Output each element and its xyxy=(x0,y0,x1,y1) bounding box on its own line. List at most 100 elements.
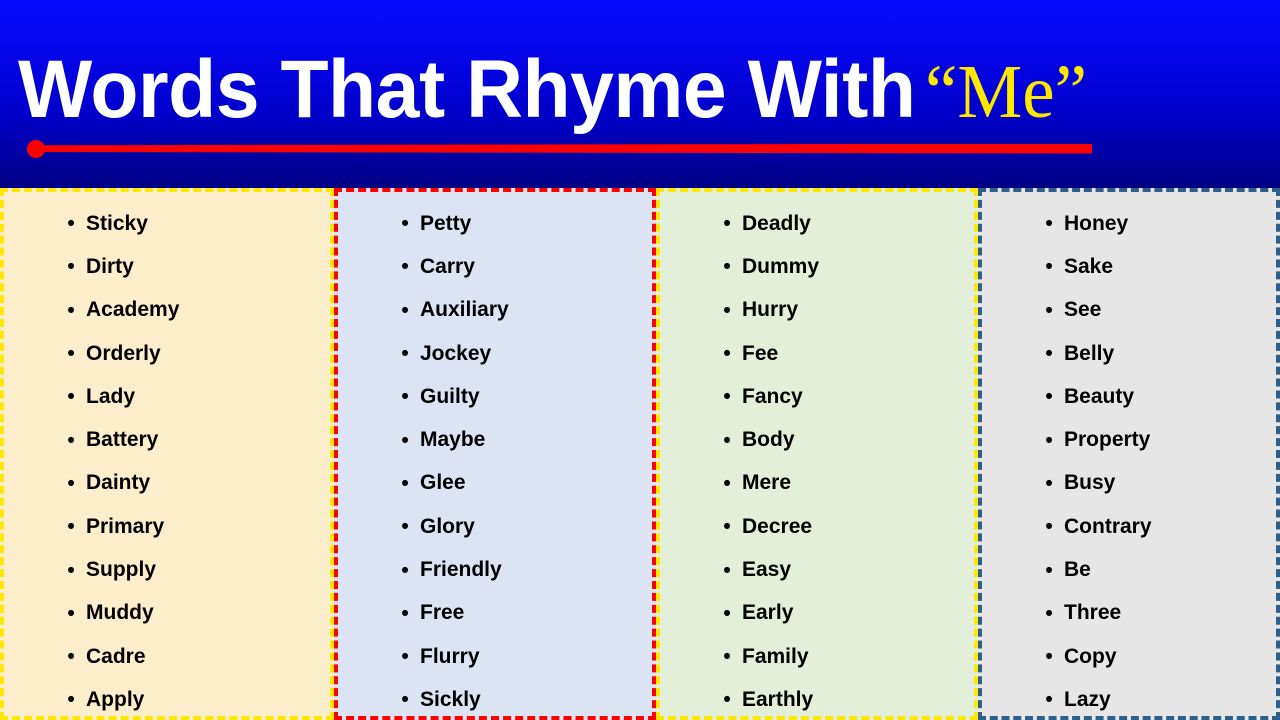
list-item[interactable]: • Maybe xyxy=(338,418,652,461)
list-item[interactable]: • Copy xyxy=(982,635,1276,678)
list-item[interactable]: • Deadly xyxy=(660,202,974,245)
word-label: Belly xyxy=(1064,341,1115,365)
bullet-icon: • xyxy=(1045,255,1053,279)
list-item[interactable]: • Beauty xyxy=(982,375,1276,418)
bullet-icon: • xyxy=(1045,298,1053,322)
bullet-icon: • xyxy=(401,255,409,279)
bullet-icon: • xyxy=(723,428,731,452)
list-item[interactable]: • Free xyxy=(338,592,652,635)
bullet-icon: • xyxy=(401,558,409,582)
list-item[interactable]: • Dummy xyxy=(660,245,974,288)
word-column-2: • Petty • Carry • Auxiliary • Jockey • Guilty… xyxy=(334,188,656,720)
list-item[interactable]: • Fancy xyxy=(660,375,974,418)
title-underline-arrow xyxy=(0,134,1280,162)
list-item[interactable]: • Easy xyxy=(660,548,974,591)
word-label: Petty xyxy=(420,211,472,235)
bullet-icon: • xyxy=(1045,558,1053,582)
list-item[interactable]: • Earthly xyxy=(660,678,974,716)
word-label: Three xyxy=(1064,601,1122,625)
list-item[interactable]: • Friendly xyxy=(338,548,652,591)
word-column-1: • Sticky • Dirty • Academy • Orderly • Lady •… xyxy=(0,188,334,720)
list-item[interactable]: • Body xyxy=(660,418,974,461)
bullet-icon: • xyxy=(401,298,409,322)
list-item[interactable]: • Be xyxy=(982,548,1276,591)
bullet-icon: • xyxy=(1045,385,1053,409)
page-title-main: Words That Rhyme With xyxy=(18,44,916,135)
word-label: Be xyxy=(1064,558,1091,582)
list-item[interactable]: • Property xyxy=(982,418,1276,461)
word-label: Supply xyxy=(86,558,157,582)
list-item[interactable]: • Dirty xyxy=(4,245,330,288)
list-item[interactable]: • Muddy xyxy=(4,592,330,635)
bullet-icon: • xyxy=(723,601,731,625)
bullet-icon: • xyxy=(67,212,75,236)
bullet-icon: • xyxy=(401,342,409,366)
word-label: Contrary xyxy=(1064,514,1152,538)
word-label: Sticky xyxy=(86,211,148,235)
list-item[interactable]: • Carry xyxy=(338,245,652,288)
list-item[interactable]: • Battery xyxy=(4,418,330,461)
list-item[interactable]: • Glee xyxy=(338,462,652,505)
list-item[interactable]: • Family xyxy=(660,635,974,678)
list-item[interactable]: • Lady xyxy=(4,375,330,418)
bullet-icon: • xyxy=(67,515,75,539)
word-label: Fancy xyxy=(742,384,803,408)
list-item[interactable]: • Jockey xyxy=(338,332,652,375)
list-item[interactable]: • Cadre xyxy=(4,635,330,678)
list-item[interactable]: • Sake xyxy=(982,245,1276,288)
list-item[interactable]: • Flurry xyxy=(338,635,652,678)
list-item[interactable]: • Dainty xyxy=(4,462,330,505)
word-label: Muddy xyxy=(86,601,154,625)
list-item[interactable]: • Sickly xyxy=(338,678,652,716)
list-item[interactable]: • Supply xyxy=(4,548,330,591)
list-item[interactable]: • Sticky xyxy=(4,202,330,245)
list-item[interactable]: • See xyxy=(982,289,1276,332)
word-label: Cadre xyxy=(86,644,146,668)
word-label: Dainty xyxy=(86,471,151,495)
bullet-icon: • xyxy=(67,558,75,582)
list-item[interactable]: • Hurry xyxy=(660,289,974,332)
underline-bar xyxy=(40,143,1092,154)
word-label: Friendly xyxy=(420,558,502,582)
bullet-icon: • xyxy=(67,298,75,322)
bullet-icon: • xyxy=(67,255,75,279)
list-item[interactable]: • Early xyxy=(660,592,974,635)
list-item[interactable]: • Decree xyxy=(660,505,974,548)
list-item[interactable]: • Contrary xyxy=(982,505,1276,548)
word-label: Decree xyxy=(742,514,813,538)
bullet-icon: • xyxy=(723,342,731,366)
list-item[interactable]: • Belly xyxy=(982,332,1276,375)
list-item[interactable]: • Lazy xyxy=(982,678,1276,716)
list-item[interactable]: • Petty xyxy=(338,202,652,245)
bullet-icon: • xyxy=(723,558,731,582)
word-label: Sake xyxy=(1064,254,1114,278)
bullet-icon: • xyxy=(723,298,731,322)
list-item[interactable]: • Academy xyxy=(4,289,330,332)
list-item[interactable]: • Orderly xyxy=(4,332,330,375)
word-label: Maybe xyxy=(420,428,486,452)
word-label: Glee xyxy=(420,471,466,495)
word-label: Free xyxy=(420,601,465,625)
bullet-icon: • xyxy=(1045,342,1053,366)
word-label: Sickly xyxy=(420,687,481,711)
bullet-icon: • xyxy=(1045,471,1053,495)
list-item[interactable]: • Three xyxy=(982,592,1276,635)
list-item[interactable]: • Busy xyxy=(982,462,1276,505)
word-columns: • Sticky • Dirty • Academy • Orderly • Lady •… xyxy=(0,188,1280,720)
bullet-icon: • xyxy=(723,255,731,279)
list-item[interactable]: • Auxiliary xyxy=(338,289,652,332)
bullet-icon: • xyxy=(1045,688,1053,712)
word-label: Lazy xyxy=(1064,687,1111,711)
list-item[interactable]: • Apply xyxy=(4,678,330,716)
list-item[interactable]: • Primary xyxy=(4,505,330,548)
bullet-icon: • xyxy=(67,601,75,625)
list-item[interactable]: • Honey xyxy=(982,202,1276,245)
list-item[interactable]: • Guilty xyxy=(338,375,652,418)
bullet-icon: • xyxy=(723,515,731,539)
list-item[interactable]: • Fee xyxy=(660,332,974,375)
list-item[interactable]: • Glory xyxy=(338,505,652,548)
header-banner: Words That Rhyme With “Me” xyxy=(0,0,1280,188)
word-label: Busy xyxy=(1064,471,1116,495)
list-item[interactable]: • Mere xyxy=(660,462,974,505)
bullet-icon: • xyxy=(401,471,409,495)
